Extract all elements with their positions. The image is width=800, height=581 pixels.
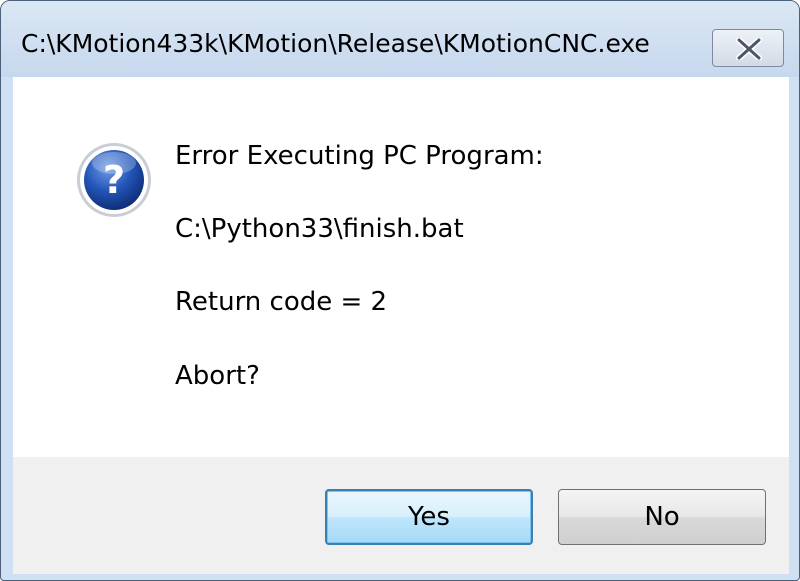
no-button[interactable]: No	[558, 489, 766, 545]
close-icon	[736, 38, 762, 60]
message-box-window: C:\KMotion433k\KMotion\Release\KMotionCN…	[0, 0, 800, 581]
window-title: C:\KMotion433k\KMotion\Release\KMotionCN…	[21, 29, 650, 58]
return-code-text: Return code = 2	[175, 287, 388, 317]
dialog-client-area: ? Error Executing PC Program: C:\Python3…	[13, 77, 789, 574]
yes-button[interactable]: Yes	[325, 489, 533, 545]
close-button[interactable]	[712, 29, 784, 67]
program-path-text: C:\Python33\finish.bat	[175, 214, 464, 244]
message-area: ? Error Executing PC Program: C:\Python3…	[13, 77, 789, 457]
abort-question-text: Abort?	[175, 361, 260, 391]
question-icon: ?	[77, 143, 151, 217]
svg-text:?: ?	[103, 158, 125, 202]
title-bar[interactable]: C:\KMotion433k\KMotion\Release\KMotionCN…	[1, 1, 799, 77]
button-bar: Yes No	[13, 457, 789, 574]
error-heading-text: Error Executing PC Program:	[175, 141, 544, 171]
